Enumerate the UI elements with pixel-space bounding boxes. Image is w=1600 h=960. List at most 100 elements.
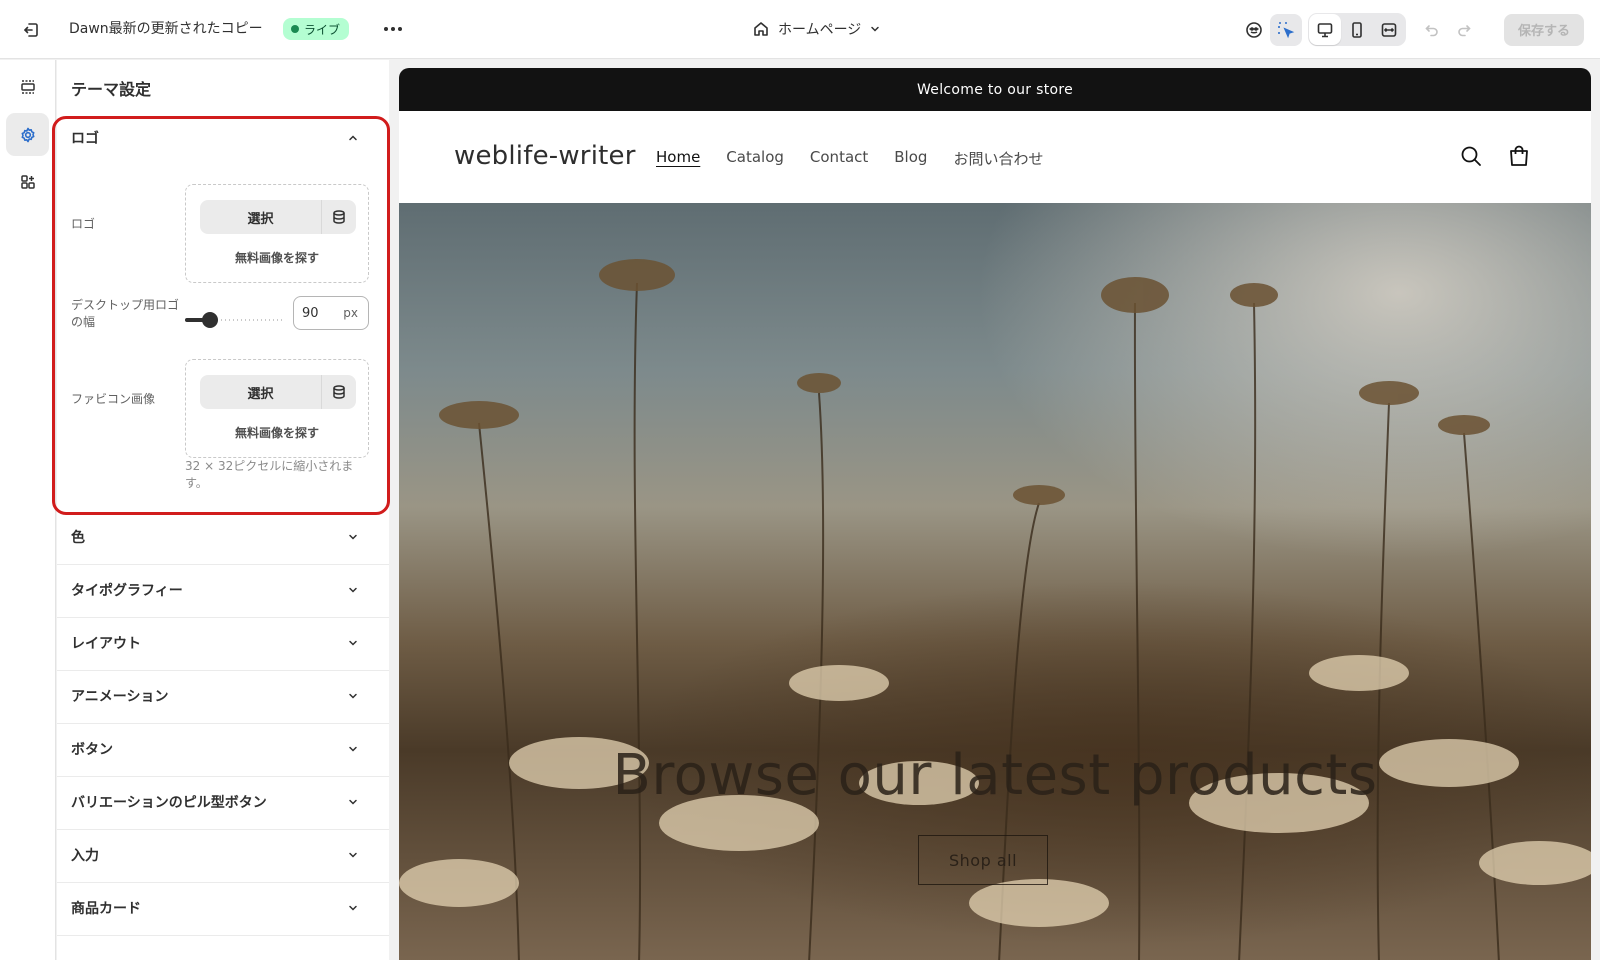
desktop-view-button[interactable] <box>1309 14 1341 45</box>
topbar-actions: 保存する <box>1238 13 1584 46</box>
nav-link-blog[interactable]: Blog <box>894 148 927 169</box>
favicon-image-picker: 選択 無料画像を探す <box>185 359 369 458</box>
logo-library-button[interactable] <box>321 200 356 234</box>
chevron-down-icon <box>349 799 357 805</box>
logo-free-images-link[interactable]: 無料画像を探す <box>186 249 368 266</box>
section-layout[interactable]: レイアウト <box>71 633 359 653</box>
nav-link-catalog[interactable]: Catalog <box>726 148 784 169</box>
section-title: レイアウト <box>71 636 141 652</box>
chevron-down-icon <box>349 587 357 593</box>
home-icon <box>754 22 768 36</box>
store-brand[interactable]: weblife-writer <box>454 141 636 171</box>
logo-width-input[interactable]: 90 px <box>293 296 369 330</box>
redo-icon <box>1458 24 1471 36</box>
exit-editor-button[interactable] <box>18 17 44 43</box>
hero-title: Browse our latest products <box>612 743 1378 808</box>
section-animation[interactable]: アニメーション <box>71 686 359 706</box>
nav-link-inquiry[interactable]: お問い合わせ <box>953 148 1043 169</box>
store-preview: Welcome to our store weblife-writer Home… <box>390 60 1600 960</box>
section-typography[interactable]: タイポグラフィー <box>71 580 359 600</box>
section-title: 商品カード <box>71 901 141 917</box>
status-badge-label: ライブ <box>304 22 341 37</box>
editor-sidebar-rail <box>0 60 56 960</box>
favicon-library-button[interactable] <box>321 375 356 409</box>
chevron-down-icon <box>349 746 357 752</box>
section-product-cards[interactable]: 商品カード <box>71 898 359 918</box>
desktop-icon <box>1317 22 1333 37</box>
header-icons <box>1459 144 1531 168</box>
sections-button[interactable] <box>6 65 49 108</box>
favicon-select-button[interactable]: 選択 <box>200 375 321 409</box>
nav-link-contact[interactable]: Contact <box>810 148 868 169</box>
theme-title: Dawn最新の更新されたコピー <box>69 21 263 37</box>
apps-button[interactable] <box>6 160 49 203</box>
shop-all-button[interactable]: Shop all <box>918 835 1048 885</box>
chevron-up-icon <box>349 135 357 141</box>
logo-select-group: 選択 <box>200 200 356 234</box>
sections-icon <box>20 79 35 94</box>
chevron-down-icon <box>349 534 357 540</box>
more-actions-button[interactable] <box>380 18 406 40</box>
mobile-view-button[interactable] <box>1341 14 1373 45</box>
exit-icon <box>24 23 38 37</box>
announcement-text: Welcome to our store <box>916 81 1074 98</box>
desktop-logo-width-label: デスクトップ用ロゴの幅 <box>71 298 180 329</box>
divider <box>57 829 389 830</box>
hero-banner: Browse our latest products Shop all <box>399 203 1591 960</box>
database-icon <box>333 210 345 224</box>
ellipsis-icon <box>384 27 402 31</box>
chevron-down-icon <box>871 26 880 32</box>
announcement-bar: Welcome to our store <box>399 68 1591 111</box>
section-buttons[interactable]: ボタン <box>71 739 359 759</box>
page-selector[interactable]: ホームページ <box>752 16 881 42</box>
device-view-group <box>1308 13 1406 46</box>
divider <box>57 670 389 671</box>
chevron-down-icon <box>349 693 357 699</box>
nav-link-home[interactable]: Home <box>656 148 700 169</box>
logo-label: ロゴ <box>71 217 96 231</box>
cart-icon[interactable] <box>1507 144 1531 168</box>
database-icon <box>333 385 345 399</box>
theme-settings-button[interactable] <box>6 113 49 156</box>
redo-button[interactable] <box>1448 14 1480 46</box>
status-badge: ライブ <box>283 18 350 40</box>
section-title: バリエーションのピル型ボタン <box>71 795 267 811</box>
favicon-free-images-link[interactable]: 無料画像を探す <box>186 424 368 441</box>
favicon-label: ファビコン画像 <box>71 392 156 406</box>
inspector-button[interactable] <box>1270 13 1302 46</box>
section-title: 入力 <box>71 848 99 864</box>
undo-icon <box>1425 24 1438 36</box>
live-dot-icon <box>291 25 299 33</box>
logo-section-header[interactable]: ロゴ <box>71 128 359 148</box>
preview-frame: Welcome to our store weblife-writer Home… <box>399 68 1591 960</box>
undo-button[interactable] <box>1416 14 1448 46</box>
logo-select-button[interactable]: 選択 <box>200 200 321 234</box>
expand-horizontal-icon <box>1381 22 1397 37</box>
search-icon[interactable] <box>1459 144 1483 168</box>
divider <box>57 564 389 565</box>
section-title: ボタン <box>71 742 113 758</box>
store-header: weblife-writer Home Catalog Contact Blog… <box>399 111 1591 203</box>
section-color[interactable]: 色 <box>71 527 359 547</box>
page-selector-label: ホームページ <box>778 22 862 38</box>
logo-section-title: ロゴ <box>71 131 99 147</box>
section-title: タイポグラフィー <box>71 583 183 599</box>
section-title: 色 <box>71 530 85 546</box>
divider <box>57 882 389 883</box>
chevron-down-icon <box>349 640 357 646</box>
divider <box>57 617 389 618</box>
logo-image-picker: 選択 無料画像を探す <box>185 184 369 283</box>
favicon-help-text: 32 × 32ピクセルに縮小されます。 <box>185 459 354 490</box>
divider <box>57 776 389 777</box>
app-embeds-button[interactable] <box>1238 14 1270 46</box>
section-variant-pills[interactable]: バリエーションのピル型ボタン <box>71 792 359 812</box>
logo-width-value: 90 <box>302 305 319 321</box>
slider-handle[interactable] <box>202 312 218 328</box>
section-inputs[interactable]: 入力 <box>71 845 359 865</box>
sidekick-icon <box>1246 21 1262 38</box>
full-width-view-button[interactable] <box>1373 14 1405 45</box>
favicon-select-group: 選択 <box>200 375 356 409</box>
gear-icon <box>21 127 34 142</box>
save-button[interactable]: 保存する <box>1504 13 1584 46</box>
logo-width-slider[interactable] <box>185 312 285 328</box>
